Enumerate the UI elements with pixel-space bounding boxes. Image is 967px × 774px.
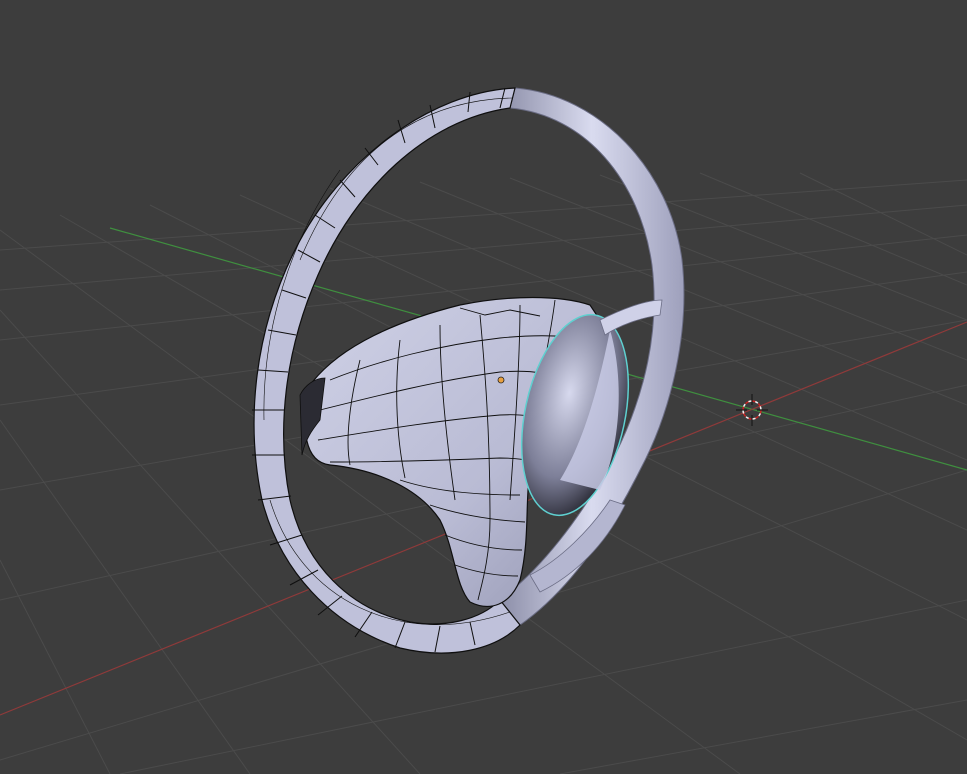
- 3d-viewport[interactable]: [0, 0, 967, 774]
- steering-wheel-mesh[interactable]: [252, 87, 685, 654]
- viewport-canvas[interactable]: [0, 0, 967, 774]
- object-origin-icon[interactable]: [497, 376, 505, 384]
- lower-spoke-solid: [529, 499, 626, 593]
